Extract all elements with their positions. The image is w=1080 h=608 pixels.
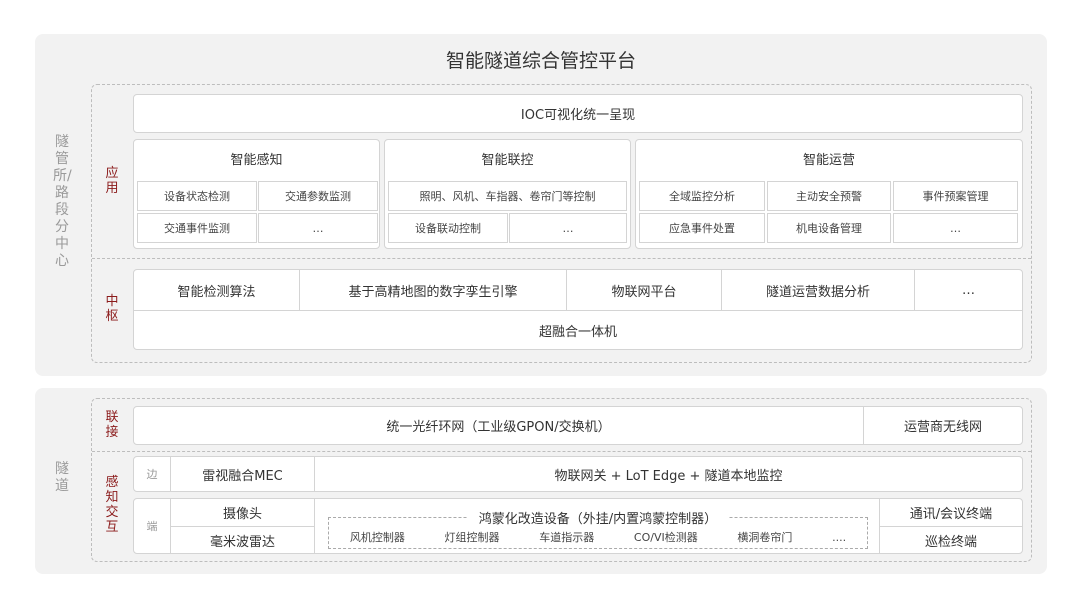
perception-cell: 交通事件监测 [137,213,257,243]
tunnel-side-label: 隧道 [55,461,69,494]
perception-cell: 交通参数监测 [258,181,378,211]
end-left-item: 毫米波雷达 [209,534,275,550]
app-hub-divider [92,258,1031,259]
harmony-item: 车道指示器 [539,531,595,544]
hub-item: 隧道运营数据分析 [765,284,870,300]
operation-group: 智能运营 全域监控分析 主动安全预警 事件预案管理 应急事件处置 机电设备管理 … [635,139,1023,249]
end-right-item: 巡检终端 [924,534,977,550]
end-divider [314,499,315,553]
hub-layer-label: 中枢 [105,294,119,324]
link-group: 统一光纤环网（工业级GPON/交换机） 运营商无线网 [133,406,1023,445]
harmony-title: 鸿蒙化改造设备（外挂/内置鸿蒙控制器） [468,505,728,529]
operation-cell: 全域监控分析 [639,181,765,211]
sense-layer-label: 感知交互 [105,475,119,535]
harmony-items: 风机控制器 灯组控制器 车道指示器 CO/VI检测器 横洞卷帘门 .... [330,527,866,547]
harmony-item: 灯组控制器 [444,531,500,544]
harmony-item: .... [832,530,847,544]
perception-cell: 设备状态检测 [137,181,257,211]
operation-title: 智能运营 [802,152,855,168]
operation-cell: 应急事件处置 [639,213,765,243]
control-title: 智能联控 [481,152,534,168]
hub-item: 基于高精地图的数字孪生引擎 [348,284,518,300]
harmony-item: 风机控制器 [349,531,405,544]
end-tier-label: 端 [146,520,158,533]
harmony-item: 横洞卷帘门 [737,531,793,544]
edge-tier-label: 边 [146,468,158,481]
edge-group: 边 雷视融合MEC 物联网关 + LoT Edge + 隧道本地监控 [133,456,1023,492]
edge-right: 物联网关 + LoT Edge + 隧道本地监控 [554,468,783,484]
hub-bottom: 超融合一体机 [538,324,617,340]
end-left-item: 摄像头 [222,507,262,522]
link-layer-label: 联接 [105,410,119,440]
operation-cell: 机电设备管理 [767,213,891,243]
perception-title: 智能感知 [230,152,283,168]
harmony-item: CO/VI检测器 [633,531,698,544]
hub-group: 智能检测算法 基于高精地图的数字孪生引擎 物联网平台 隧道运营数据分析 … 超融… [133,269,1023,350]
control-cell: 设备联动控制 [388,213,508,243]
hub-item: 物联网平台 [611,284,677,300]
end-group: 端 摄像头 毫米波雷达 鸿蒙化改造设备（外挂/内置鸿蒙控制器） 风机控制器 灯组… [133,498,1023,554]
operation-cell: 事件预案管理 [893,181,1018,211]
platform-title: 智能隧道综合管控平台 [445,49,636,72]
control-cell: 照明、风机、车指器、卷帘门等控制 [388,181,627,211]
link-main: 统一光纤环网（工业级GPON/交换机） [386,420,611,435]
control-group: 智能联控 照明、风机、车指器、卷帘门等控制 设备联动控制 … [384,139,631,249]
center-side-label: 隧管所/路段分中心 [53,134,72,269]
end-right-item: 通讯/会议终端 [909,507,993,522]
link-side: 运营商无线网 [903,420,982,435]
hub-item: … [962,282,975,298]
ioc-box: IOC可视化统一呈现 [133,94,1023,133]
perception-group: 智能感知 设备状态检测 交通参数监测 交通事件监测 … [133,139,380,249]
operation-cell: 主动安全预警 [767,181,891,211]
operation-cell: … [893,213,1018,243]
edge-left: 雷视融合MEC [202,468,283,484]
link-sense-divider [92,451,1031,452]
perception-cell: … [258,213,378,243]
app-layer-label: 应用 [105,166,119,196]
hub-item: 智能检测算法 [177,284,256,300]
control-cell: … [509,213,627,243]
